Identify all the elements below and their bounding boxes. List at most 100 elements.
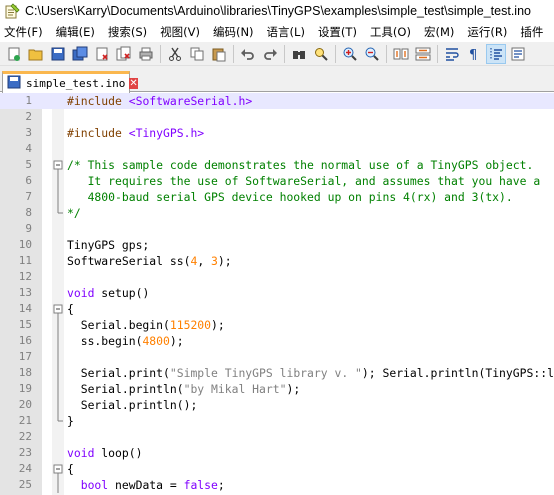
save-all-icon[interactable] <box>70 44 90 64</box>
tab-bar: simple_test.ino ✕ <box>0 66 554 93</box>
code-line[interactable]: 25 bool newData = false; <box>0 477 554 493</box>
code-text: It requires the use of SoftwareSerial, a… <box>67 173 541 189</box>
code-token: Serial.begin( <box>67 318 170 332</box>
menu-macro[interactable]: 宏(M) <box>424 24 454 40</box>
code-text: ss.begin(4800); <box>67 333 184 349</box>
code-line[interactable]: 19 Serial.println("by Mikal Hart"); <box>0 381 554 397</box>
save-icon[interactable] <box>48 44 68 64</box>
line-number: 7 <box>25 190 32 203</box>
code-text: #include <SoftwareSerial.h> <box>67 93 252 109</box>
code-text: SoftwareSerial ss(4, 3); <box>67 253 232 269</box>
zoom-in-icon[interactable] <box>340 44 360 64</box>
replace-icon[interactable] <box>311 44 331 64</box>
user-defined-icon[interactable] <box>508 44 528 64</box>
fold-line-icon <box>57 349 59 365</box>
code-line[interactable]: 2 <box>0 109 554 125</box>
open-file-icon[interactable] <box>26 44 46 64</box>
redo-icon[interactable] <box>260 44 280 64</box>
window-title: C:\Users\Karry\Documents\Arduino\librari… <box>25 4 531 18</box>
code-lines: 1 #include <SoftwareSerial.h> 2 3 #include <… <box>0 93 554 493</box>
menu-encoding[interactable]: 编码(N) <box>213 24 254 40</box>
fold-line-icon <box>57 333 59 349</box>
code-token: ); <box>217 254 232 268</box>
code-line[interactable]: 23 void loop() <box>0 445 554 461</box>
code-token: ); <box>169 334 184 348</box>
code-text: void loop() <box>67 445 142 461</box>
code-line[interactable]: 10 TinyGPS gps; <box>0 237 554 253</box>
code-editor[interactable]: 1 #include <SoftwareSerial.h> 2 3 #include <… <box>0 93 554 495</box>
code-line[interactable]: 20 Serial.println(); <box>0 397 554 413</box>
menu-plugins[interactable]: 插件 <box>520 24 543 40</box>
line-number: 8 <box>25 206 32 219</box>
code-line[interactable]: 1 #include <SoftwareSerial.h> <box>0 93 554 109</box>
show-all-chars-icon[interactable]: ¶ <box>464 44 484 64</box>
fold-end-icon <box>57 205 63 214</box>
code-token: */ <box>67 206 81 220</box>
menu-view[interactable]: 视图(V) <box>160 24 200 40</box>
sync-vertical-icon[interactable] <box>391 44 411 64</box>
code-line[interactable]: 6 It requires the use of SoftwareSerial,… <box>0 173 554 189</box>
line-number: 1 <box>25 94 32 107</box>
code-line[interactable]: 17 <box>0 349 554 365</box>
menu-settings[interactable]: 设置(T) <box>318 24 357 40</box>
menu-tools[interactable]: 工具(O) <box>370 24 411 40</box>
word-wrap-icon[interactable] <box>442 44 462 64</box>
indent-guide-icon[interactable] <box>486 43 506 64</box>
code-line[interactable]: 4 <box>0 141 554 157</box>
menu-file[interactable]: 文件(F) <box>4 24 43 40</box>
code-line[interactable]: 16 ss.begin(4800); <box>0 333 554 349</box>
menu-edit[interactable]: 编辑(E) <box>56 24 95 40</box>
close-all-icon[interactable] <box>114 44 134 64</box>
undo-icon[interactable] <box>238 44 258 64</box>
code-line[interactable]: 11 SoftwareSerial ss(4, 3); <box>0 253 554 269</box>
cut-icon[interactable] <box>165 44 185 64</box>
tab-simple-test[interactable]: simple_test.ino ✕ <box>2 71 138 93</box>
code-line[interactable]: 7 4800-baud serial GPS device hooked up … <box>0 189 554 205</box>
code-line[interactable]: 24 { <box>0 461 554 477</box>
fold-line-icon <box>57 397 59 413</box>
find-icon[interactable] <box>289 44 309 64</box>
fold-line-icon <box>57 381 59 397</box>
code-text: { <box>67 301 74 317</box>
code-token: Serial.println(); <box>67 398 198 412</box>
sync-horizontal-icon[interactable] <box>413 44 433 64</box>
code-line[interactable]: 21} <box>0 413 554 429</box>
code-token: Serial.println( <box>67 382 184 396</box>
line-number: 13 <box>18 286 32 299</box>
copy-icon[interactable] <box>187 44 207 64</box>
code-line[interactable]: 13 void setup() <box>0 285 554 301</box>
fold-toggle-icon[interactable] <box>53 157 63 173</box>
code-line[interactable]: 14 { <box>0 301 554 317</box>
menu-search[interactable]: 搜索(S) <box>108 24 147 40</box>
fold-line-icon <box>57 189 59 205</box>
code-line[interactable]: 22 <box>0 429 554 445</box>
paste-icon[interactable] <box>209 44 229 64</box>
code-line[interactable]: 15 Serial.begin(115200); <box>0 317 554 333</box>
code-line[interactable]: 18 Serial.print("Simple TinyGPS library … <box>0 365 554 381</box>
code-text: Serial.print("Simple TinyGPS library v. … <box>67 365 554 381</box>
fold-toggle-icon[interactable] <box>53 461 63 477</box>
close-icon[interactable] <box>92 44 112 64</box>
code-token: ss.begin( <box>67 334 143 348</box>
code-line[interactable]: 3 #include <TinyGPS.h> <box>0 125 554 141</box>
code-token: ); <box>286 382 301 396</box>
tab-close-icon[interactable]: ✕ <box>129 78 138 89</box>
code-line[interactable]: 5 /* This sample code demonstrates the no… <box>0 157 554 173</box>
fold-line-icon <box>57 477 59 493</box>
line-number: 20 <box>18 398 32 411</box>
menu-run[interactable]: 运行(R) <box>467 24 507 40</box>
code-line[interactable]: 8 */ <box>0 205 554 221</box>
new-file-icon[interactable] <box>4 44 24 64</box>
code-text: TinyGPS gps; <box>67 237 149 253</box>
code-token: ; <box>217 478 225 492</box>
code-token: Serial.print( <box>67 366 170 380</box>
code-token: /* This sample code demonstrates the nor… <box>67 158 534 172</box>
code-token: #include <box>67 126 129 140</box>
code-line[interactable]: 9 <box>0 221 554 237</box>
menu-language[interactable]: 语言(L) <box>267 24 305 40</box>
code-line[interactable]: 12 <box>0 269 554 285</box>
print-icon[interactable] <box>136 44 156 64</box>
fold-toggle-icon[interactable] <box>53 301 63 317</box>
code-token: void <box>67 286 95 300</box>
zoom-out-icon[interactable] <box>362 44 382 64</box>
